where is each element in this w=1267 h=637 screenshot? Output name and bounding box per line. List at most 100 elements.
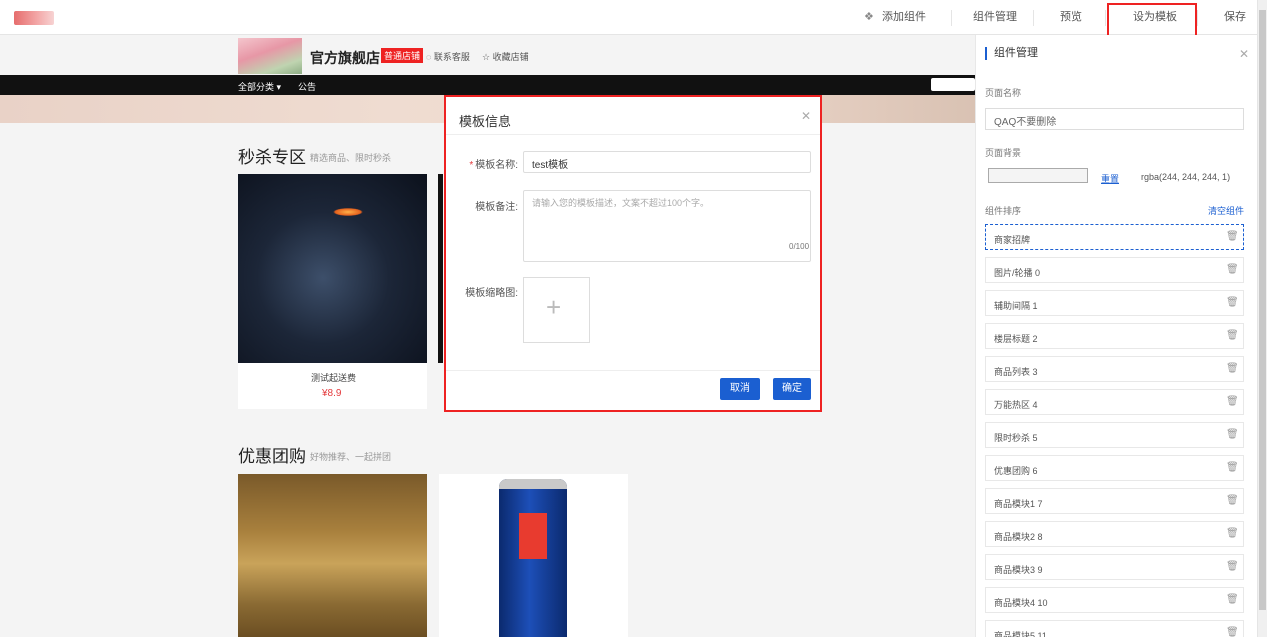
trash-icon[interactable]: 🗑 (1226, 330, 1239, 341)
favorite-label: 收藏店铺 (492, 52, 529, 62)
trash-icon[interactable]: 🗑 (1226, 264, 1239, 275)
list-item-label: 楼层标题 2 (994, 334, 1038, 344)
star-icon: ☆ (482, 52, 493, 62)
scrollbar-thumb[interactable] (1259, 10, 1266, 610)
product-name: 测试起送费 (311, 373, 357, 383)
dialog-title: 模板信息 (459, 114, 512, 129)
required-marker: * (469, 160, 474, 171)
product-image[interactable] (238, 474, 427, 637)
list-item[interactable]: 商品模块5 11 🗑 (985, 620, 1244, 637)
trash-icon[interactable]: 🗑 (1226, 594, 1239, 605)
save-button[interactable]: 保存 (1224, 0, 1246, 35)
confirm-button[interactable]: 确定 (773, 378, 811, 400)
bg-color-value: rgba(244, 244, 244, 1) (1141, 172, 1231, 182)
product-can-illustration (499, 479, 567, 637)
list-item[interactable]: 商家招牌 🗑 (985, 224, 1244, 250)
trash-icon[interactable]: 🗑 (1226, 231, 1239, 242)
add-component-icon: ❖ (864, 11, 874, 23)
char-counter: 0/100 (789, 242, 810, 251)
thumbnail-upload[interactable]: + (523, 277, 590, 343)
nav-all-categories[interactable]: 全部分类 ▾ (238, 80, 281, 93)
panel-title: 组件管理 (985, 47, 1038, 60)
list-item-label: 商品模块1 7 (994, 499, 1043, 509)
nav-search-input[interactable] (931, 78, 975, 91)
trash-icon[interactable]: 🗑 (1226, 462, 1239, 473)
app-logo (14, 11, 54, 25)
seckill-title: 秒杀专区 (238, 148, 306, 167)
list-item[interactable]: 商品列表 3 🗑 (985, 356, 1244, 382)
list-item[interactable]: 楼层标题 2 🗑 (985, 323, 1244, 349)
add-component-label: 添加组件 (882, 11, 926, 23)
product-image (438, 174, 443, 363)
shop-nav: 全部分类 ▾ 公告 (0, 75, 975, 95)
page-scrollbar[interactable] (1257, 0, 1267, 637)
page-bg-label: 页面背景 (985, 148, 1022, 158)
bg-color-picker[interactable] (988, 168, 1088, 183)
template-thumb-label: 模板缩略图: (465, 288, 518, 299)
shop-logo (238, 38, 302, 74)
toolbar-divider (1105, 10, 1106, 26)
plus-icon: + (546, 292, 562, 322)
group-title: 优惠团购 (238, 447, 306, 466)
list-item[interactable]: 限时秒杀 5 🗑 (985, 422, 1244, 448)
cancel-button[interactable]: 取消 (720, 378, 760, 400)
list-item-label: 商品列表 3 (994, 367, 1038, 377)
template-name-input[interactable]: test模板 (523, 151, 811, 173)
shop-name: 官方旗舰店 (310, 50, 380, 66)
list-item-label: 商家招牌 (994, 235, 1031, 245)
template-name-label: * 模板名称: (448, 156, 518, 171)
toolbar-divider (951, 10, 952, 26)
trash-icon[interactable]: 🗑 (1226, 495, 1239, 506)
trash-icon[interactable]: 🗑 (1226, 396, 1239, 407)
component-panel: 组件管理 ✕ 页面名称 QAQ不要删除 页面背景 重置 rgba(244, 24… (975, 35, 1257, 637)
list-item[interactable]: 图片/轮播 0 🗑 (985, 257, 1244, 283)
shop-badge: 普通店铺 (381, 48, 424, 63)
list-item-label: 商品模块4 10 (994, 598, 1048, 608)
trash-icon[interactable]: 🗑 (1226, 363, 1239, 374)
template-remark-textarea[interactable]: 请输入您的模板描述，文案不超过100个字。 (523, 190, 811, 262)
trash-icon[interactable]: 🗑 (1226, 528, 1239, 539)
list-item-label: 限时秒杀 5 (994, 433, 1038, 443)
top-toolbar: ❖ 添加组件 组件管理 预览 设为模板 保存 (0, 0, 1267, 35)
component-manage-button[interactable]: 组件管理 (973, 0, 1017, 35)
list-item[interactable]: 商品模块4 10 🗑 (985, 587, 1244, 613)
page-name-input[interactable]: QAQ不要删除 (985, 108, 1244, 130)
toolbar-divider (1197, 10, 1198, 26)
template-name-label-text: 模板名称: (475, 160, 518, 171)
group-subtitle: 好物推荐、一起拼团 (310, 452, 392, 462)
contact-label: 联系客服 (433, 52, 470, 62)
list-item[interactable]: 辅助间隔 1 🗑 (985, 290, 1244, 316)
add-component-button[interactable]: ❖ 添加组件 (864, 0, 926, 35)
reset-link[interactable]: 重置 (1101, 172, 1119, 185)
trash-icon[interactable]: 🗑 (1226, 297, 1239, 308)
list-item[interactable]: 商品模块2 8 🗑 (985, 521, 1244, 547)
clear-components-link[interactable]: 清空组件 (1208, 204, 1244, 217)
list-item[interactable]: 优惠团购 6 🗑 (985, 455, 1244, 481)
list-item-label: 优惠团购 6 (994, 466, 1038, 476)
headset-icon: ◌ (426, 52, 434, 62)
list-item-label: 商品模块2 8 (994, 532, 1043, 542)
template-remark-label: 模板备注: (475, 202, 518, 213)
favorite-shop-link[interactable]: ☆ 收藏店铺 (482, 50, 529, 63)
list-item-label: 辅助间隔 1 (994, 301, 1038, 311)
close-icon[interactable]: ✕ (1239, 47, 1249, 61)
component-sort-label: 组件排序 (985, 206, 1022, 216)
seckill-subtitle: 精选商品、限时秒杀 (310, 153, 392, 163)
list-item[interactable]: 商品模块1 7 🗑 (985, 488, 1244, 514)
trash-icon[interactable]: 🗑 (1226, 429, 1239, 440)
page-name-label: 页面名称 (985, 88, 1022, 98)
preview-button[interactable]: 预览 (1060, 0, 1082, 35)
list-item-label: 商品模块5 11 (994, 631, 1047, 637)
product-can-label (519, 513, 547, 559)
product-price: ¥8.9 (322, 388, 342, 399)
list-item[interactable]: 商品模块3 9 🗑 (985, 554, 1244, 580)
contact-service-link[interactable]: ◌ 联系客服 (426, 50, 470, 63)
list-item[interactable]: 万能热区 4 🗑 (985, 389, 1244, 415)
template-info-dialog: 模板信息 ✕ * 模板名称: test模板 模板备注: 请输入您的模板描述，文案不… (444, 95, 822, 412)
trash-icon[interactable]: 🗑 (1226, 561, 1239, 572)
product-can-top (499, 479, 567, 489)
trash-icon[interactable]: 🗑 (1226, 627, 1239, 637)
nav-announcement[interactable]: 公告 (298, 80, 316, 93)
close-icon[interactable]: ✕ (801, 109, 811, 123)
product-image[interactable] (439, 474, 628, 637)
